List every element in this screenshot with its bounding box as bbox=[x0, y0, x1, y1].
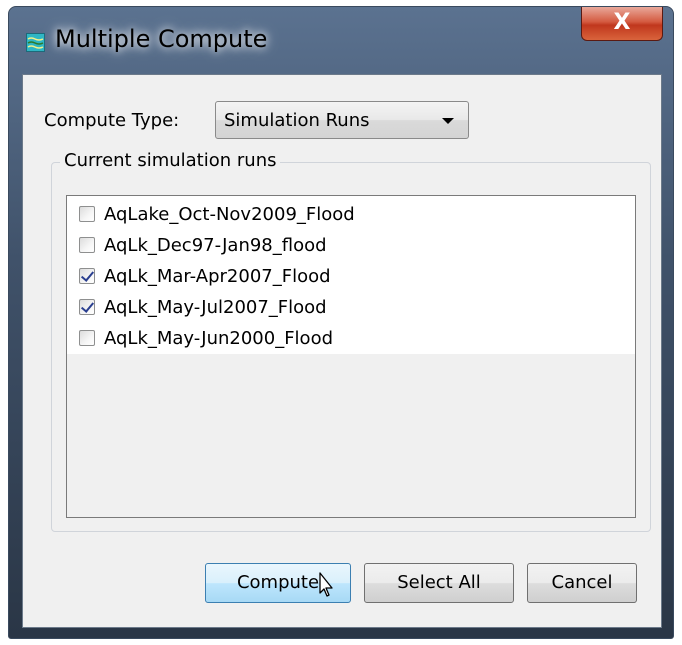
run-label: AqLk_May-Jul2007_Flood bbox=[104, 296, 327, 318]
cancel-button[interactable]: Cancel bbox=[527, 563, 637, 603]
chevron-down-icon bbox=[442, 118, 454, 124]
run-checkbox[interactable] bbox=[79, 299, 95, 315]
compute-type-label: Compute Type: bbox=[44, 110, 180, 131]
run-label: AqLk_Dec97-Jan98_flood bbox=[104, 234, 327, 256]
run-checkbox[interactable] bbox=[79, 237, 95, 253]
list-item[interactable]: AqLake_Oct-Nov2009_Flood bbox=[79, 201, 355, 227]
select-all-button[interactable]: Select All bbox=[364, 563, 514, 603]
run-label: AqLk_Mar-Apr2007_Flood bbox=[104, 265, 331, 287]
run-checkbox[interactable] bbox=[79, 206, 95, 222]
run-checkbox[interactable] bbox=[79, 268, 95, 284]
mouse-pointer-icon bbox=[312, 571, 338, 615]
list-item[interactable]: AqLk_Dec97-Jan98_flood bbox=[79, 232, 327, 258]
window-title: Multiple Compute bbox=[55, 25, 268, 53]
map-icon bbox=[26, 33, 45, 52]
run-checkbox[interactable] bbox=[79, 330, 95, 346]
close-icon: X bbox=[613, 10, 631, 35]
list-item[interactable]: AqLk_May-Jun2000_Flood bbox=[79, 325, 333, 351]
compute-type-dropdown[interactable]: Simulation Runs bbox=[215, 101, 469, 139]
compute-type-value: Simulation Runs bbox=[224, 110, 370, 131]
list-item[interactable]: AqLk_Mar-Apr2007_Flood bbox=[79, 263, 331, 289]
run-label: AqLk_May-Jun2000_Flood bbox=[104, 327, 334, 349]
title-bar[interactable]: Multiple Compute bbox=[9, 7, 673, 75]
list-item[interactable]: AqLk_May-Jul2007_Flood bbox=[79, 294, 327, 320]
close-button[interactable]: X bbox=[581, 7, 663, 41]
simulation-runs-group-label: Current simulation runs bbox=[60, 150, 281, 171]
simulation-runs-list[interactable]: AqLake_Oct-Nov2009_Flood AqLk_Dec97-Jan9… bbox=[66, 195, 636, 518]
run-label: AqLake_Oct-Nov2009_Flood bbox=[104, 203, 355, 225]
